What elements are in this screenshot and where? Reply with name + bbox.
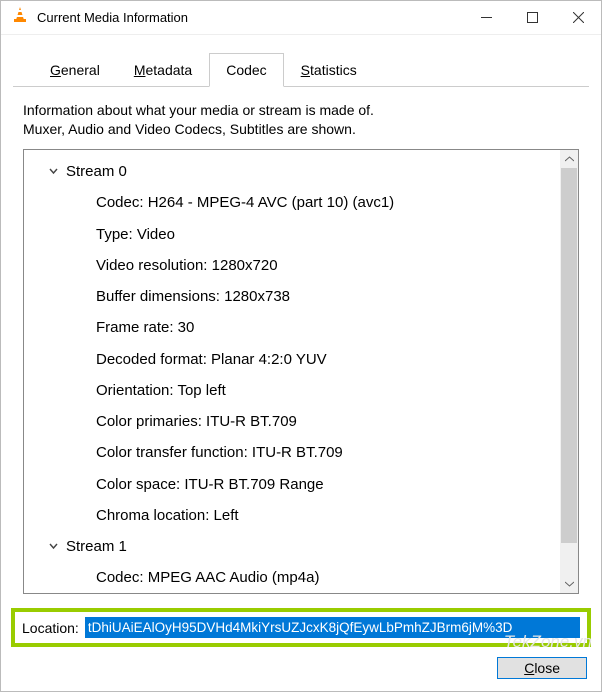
- scroll-up-arrow[interactable]: [560, 150, 578, 168]
- stream-property[interactable]: Video resolution: 1280x720: [24, 250, 560, 281]
- stream-property[interactable]: Codec: MPEG AAC Audio (mp4a): [24, 562, 560, 593]
- close-button[interactable]: Close: [497, 657, 587, 679]
- location-row: Location: tDhiUAiEAlOyH95DVHd4MkiYrsUZJc…: [11, 608, 591, 647]
- scroll-down-arrow[interactable]: [560, 575, 578, 593]
- chevron-down-icon[interactable]: [46, 541, 60, 552]
- stream-property[interactable]: Type: Video: [24, 219, 560, 250]
- stream-property[interactable]: Decoded format: Planar 4:2:0 YUV: [24, 344, 560, 375]
- titlebar[interactable]: Current Media Information: [1, 1, 601, 35]
- tab-bar: General Metadata Codec Statistics: [13, 35, 589, 87]
- scrollbar[interactable]: [560, 150, 578, 593]
- stream-property[interactable]: Chroma location: Left: [24, 500, 560, 531]
- scroll-track[interactable]: [560, 168, 578, 575]
- tab-statistics[interactable]: Statistics: [284, 53, 374, 87]
- location-label: Location:: [22, 620, 79, 636]
- stream-property[interactable]: Frame rate: 30: [24, 312, 560, 343]
- location-input[interactable]: tDhiUAiEAlOyH95DVHd4MkiYrsUZJcxK8jQfEywL…: [85, 617, 580, 638]
- chevron-down-icon[interactable]: [46, 166, 60, 177]
- window-title: Current Media Information: [37, 10, 463, 25]
- codec-tree[interactable]: Stream 0 Codec: H264 - MPEG-4 AVC (part 1…: [23, 149, 579, 594]
- tab-metadata[interactable]: Metadata: [117, 53, 209, 87]
- info-description: Information about what your media or str…: [1, 87, 601, 149]
- tab-general[interactable]: General: [33, 53, 117, 87]
- stream-node[interactable]: Stream 0: [24, 156, 560, 187]
- stream-property[interactable]: Orientation: Top left: [24, 375, 560, 406]
- vlc-icon: [11, 6, 29, 29]
- stream-property[interactable]: Codec: H264 - MPEG-4 AVC (part 10) (avc1…: [24, 187, 560, 218]
- stream-name: Stream 0: [66, 160, 127, 183]
- media-info-window: Current Media Information General Metada…: [0, 0, 602, 692]
- stream-name: Stream 1: [66, 535, 127, 558]
- minimize-button[interactable]: [463, 2, 509, 34]
- stream-node[interactable]: Stream 1: [24, 531, 560, 562]
- stream-property[interactable]: Color primaries: ITU-R BT.709: [24, 406, 560, 437]
- tab-codec[interactable]: Codec: [209, 53, 283, 87]
- stream-property[interactable]: Color space: ITU-R BT.709 Range: [24, 469, 560, 500]
- stream-property[interactable]: Buffer dimensions: 1280x738: [24, 281, 560, 312]
- close-window-button[interactable]: [555, 2, 601, 34]
- stream-property[interactable]: Color transfer function: ITU-R BT.709: [24, 437, 560, 468]
- maximize-button[interactable]: [509, 2, 555, 34]
- scroll-thumb[interactable]: [561, 168, 577, 543]
